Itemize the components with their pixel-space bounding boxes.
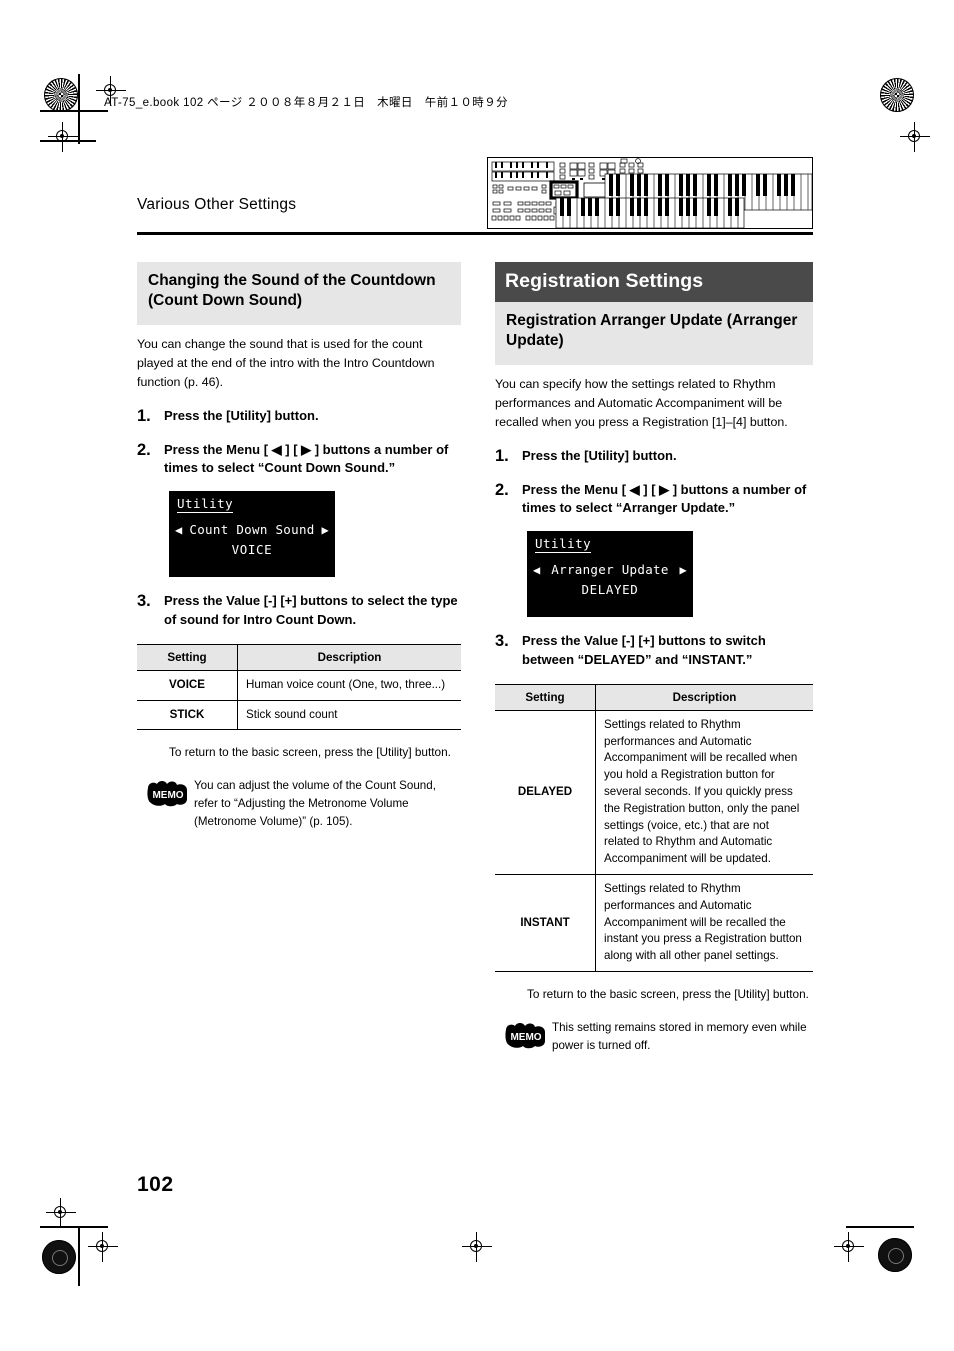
intro-paragraph-right: You can specify how the settings related… [495,377,788,429]
registration-target-left-upper [48,122,78,152]
step-3-left: 3. Press the Value [-] [+] buttons to se… [137,592,461,630]
table-row: VOICE Human voice count (One, two, three… [137,670,461,701]
lcd-display-count-down-sound: Utility ◀ Count Down Sound ▶ VOICE [169,491,335,578]
registration-target-bottom-center [462,1232,492,1262]
lcd-parameter-name: Arranger Update [551,562,669,578]
step-number: 1. [137,406,151,425]
crop-mark-top-left-h [40,110,108,112]
table-row: STICK Stick sound count [137,700,461,731]
cell-setting: VOICE [137,670,238,701]
print-info-header: AT-75_e.book 102 ページ ２００８年８月２１日 木曜日 午前１０… [104,97,508,109]
organ-panel-diagram [487,157,813,229]
return-note-left: To return to the basic screen, press the… [169,745,451,760]
intro-paragraph-left: You can change the sound that is used fo… [137,337,435,389]
registration-circle-top-left [44,78,78,112]
step-number: 3. [137,592,151,611]
column-header-description: Description [237,643,461,671]
step-text: Press the Menu [ ◀ ] [ ▶ ] buttons a num… [164,441,449,476]
crop-mark-bottom-left-v [78,1226,80,1286]
left-arrow-icon: ◀ [533,562,541,577]
step-text: Press the Menu [ ◀ ] [ ▶ ] buttons a num… [522,481,807,516]
registration-circle-bottom-left [42,1240,76,1274]
running-head: Various Other Settings [137,196,297,213]
step-text: Press the [Utility] button. [164,407,319,423]
left-arrow-icon: ◀ [175,522,183,537]
registration-circle-bottom-right [878,1238,912,1272]
header-rule [137,232,813,235]
registration-circle-top-right [880,78,914,112]
section-heading-arranger-update: Registration Arranger Update (Arranger U… [495,302,813,365]
right-arrow-icon: ▶ [679,562,687,577]
right-column: Registration Settings Registration Arran… [495,262,813,1055]
memo-block-left: MEMO You can adjust the volume of the Co… [137,777,461,831]
settings-table-arranger-update: Setting Description DELAYED Settings rel… [495,683,813,973]
section-heading-count-down-sound: Changing the Sound of the Countdown (Cou… [137,262,461,325]
crop-mark-top-left-v [78,74,80,144]
cell-setting: INSTANT [495,874,596,973]
memo-text: You can adjust the volume of the Count S… [194,779,436,829]
registration-target-left-lower [46,1198,76,1228]
step-text: Press the [Utility] button. [522,447,677,463]
svg-text:MEMO: MEMO [152,790,183,801]
registration-target-bottom-left [88,1232,118,1262]
registration-target-right-upper [900,122,930,152]
page-number: 102 [137,1173,174,1196]
crop-mark-bottom-right-h [846,1226,914,1228]
memo-text: This setting remains stored in memory ev… [552,1020,807,1052]
step-2-left: 2. Press the Menu [ ◀ ] [ ▶ ] buttons a … [137,441,461,479]
lcd-parameter-name: Count Down Sound [189,522,315,538]
cell-setting: STICK [137,700,238,731]
step-1-right: 1. Press the [Utility] button. [495,447,813,466]
table-header-row: Setting Description [495,683,813,711]
table-row: INSTANT Settings related to Rhythm perfo… [495,874,813,973]
column-header-setting: Setting [137,643,238,671]
memo-icon: MEMO [503,1021,549,1049]
column-header-setting: Setting [495,683,596,711]
table-row: DELAYED Settings related to Rhythm perfo… [495,710,813,876]
step-number: 2. [137,440,151,459]
return-note-right: To return to the basic screen, press the… [527,987,809,1002]
lcd-display-arranger-update: Utility ◀ Arranger Update ▶ DELAYED [527,531,693,618]
cell-description: Stick sound count [237,700,461,731]
step-number: 1. [495,446,509,465]
step-2-right: 2. Press the Menu [ ◀ ] [ ▶ ] buttons a … [495,481,813,519]
step-1-left: 1. Press the [Utility] button. [137,407,461,426]
lcd-value: DELAYED [581,582,639,598]
lcd-title: Utility [177,496,234,514]
right-arrow-icon: ▶ [321,522,329,537]
memo-icon: MEMO [145,779,191,807]
step-number: 2. [495,480,509,499]
memo-block-right: MEMO This setting remains stored in memo… [495,1019,813,1055]
cell-description: Settings related to Rhythm performances … [595,874,813,973]
left-column: Changing the Sound of the Countdown (Cou… [137,262,461,831]
step-number: 3. [495,632,509,651]
step-3-right: 3. Press the Value [-] [+] buttons to sw… [495,632,813,670]
settings-table-count-down-sound: Setting Description VOICE Human voice co… [137,643,461,731]
registration-target-right-lower [834,1232,864,1262]
step-text: Press the Value [-] [+] buttons to selec… [164,593,458,628]
table-header-row: Setting Description [137,643,461,671]
lcd-parameter-row: ◀ Arranger Update ▶ [533,562,687,577]
step-text: Press the Value [-] [+] buttons to switc… [522,633,766,668]
column-header-description: Description [595,683,813,711]
section-bar-registration-settings: Registration Settings [495,262,813,302]
svg-text:MEMO: MEMO [510,1032,541,1043]
cell-description: Human voice count (One, two, three...) [237,670,461,701]
lcd-parameter-row: ◀ Count Down Sound ▶ [175,522,329,537]
lcd-title: Utility [535,536,592,554]
cell-setting: DELAYED [495,710,596,876]
cell-description: Settings related to Rhythm performances … [595,710,813,876]
lcd-value: VOICE [231,542,273,558]
